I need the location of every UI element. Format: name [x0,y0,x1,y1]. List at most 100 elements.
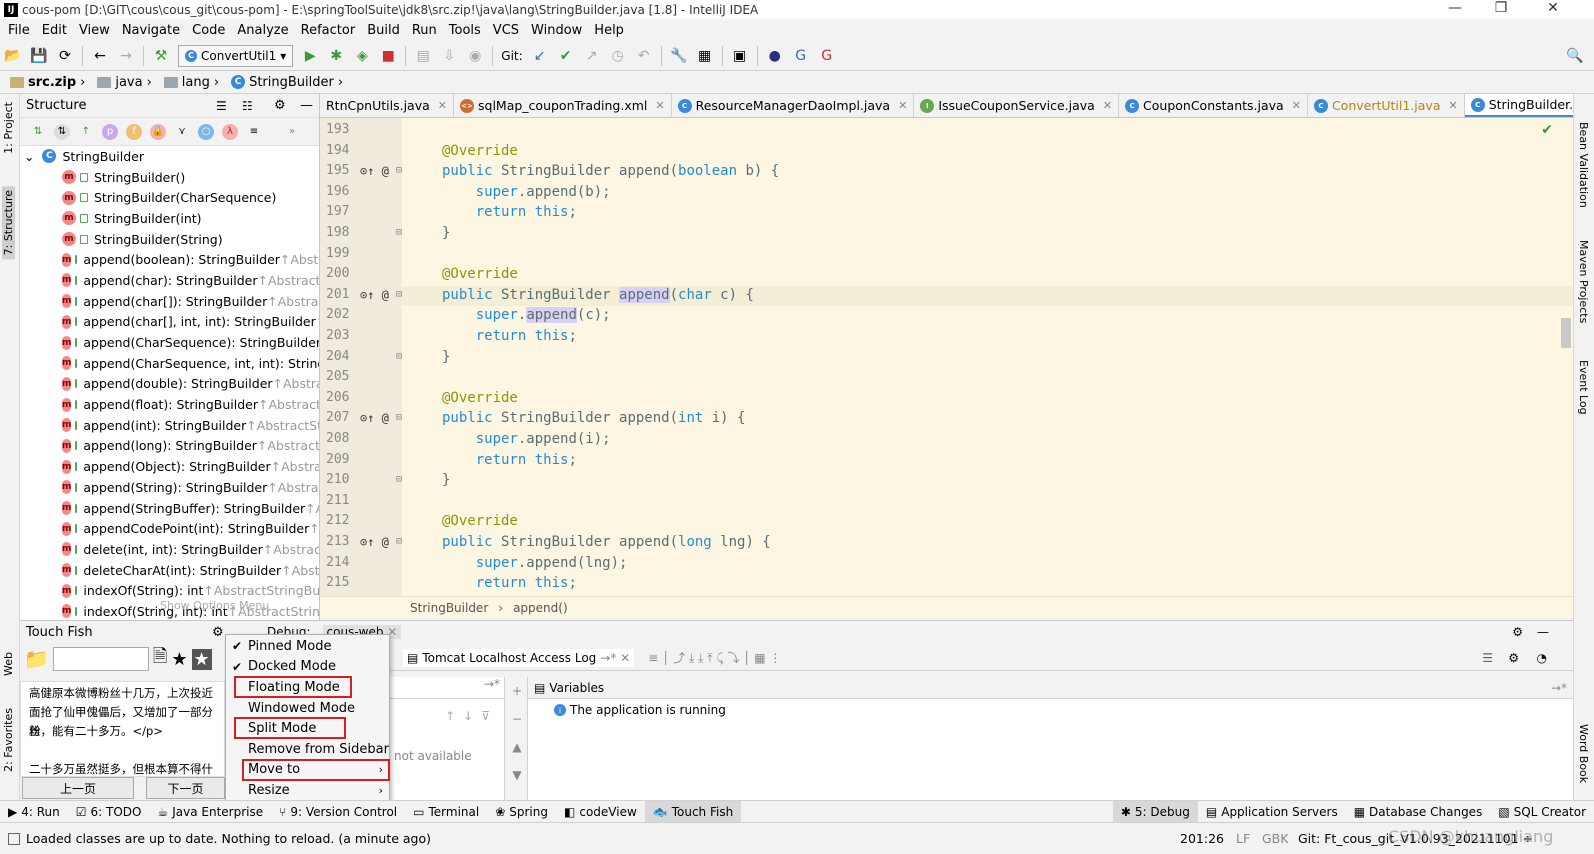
coverage-icon[interactable]: ◈ [351,45,373,67]
web-tool-tab[interactable]: Web [2,652,15,676]
structure-item[interactable]: m append(float): StringBuilder ↑AbstractS… [20,394,319,415]
close-icon[interactable]: ✕ [1530,0,1576,19]
breadcrumb-lang[interactable]: lang › [160,75,223,90]
menu-view[interactable]: View [73,23,116,38]
structure-item[interactable]: m append(Object): StringBuilder ↑Abstrac [20,456,319,477]
sort-alpha-icon[interactable]: ⇅ [30,124,46,140]
gear-icon[interactable]: ⚙ [1512,625,1523,639]
structure-item[interactable]: m StringBuilder() [20,167,319,188]
project-tool-tab[interactable]: 1: Project [2,102,15,154]
menu-file[interactable]: File [2,23,36,38]
console-icon[interactable]: ☰ [1482,651,1493,665]
settings-wrench-icon[interactable]: 🔧 [668,45,690,67]
structure-tool-tab[interactable]: 7: Structure [2,186,15,260]
structure-item[interactable]: m append(char[], int, int): StringBuilder… [20,312,319,333]
forward-icon[interactable]: → [115,45,137,67]
breadcrumb-java[interactable]: java › [93,75,155,90]
status-toggle-icon[interactable] [8,832,20,845]
close-tab-icon[interactable]: ✕ [898,99,907,112]
prev-page-button[interactable]: 上一页 [22,777,134,799]
menu-run[interactable]: Run [406,23,443,38]
debugger-toolbar-icons[interactable]: ≡ │ ⤴ ⤓ ⤓ ⤒ ⤹ ⤵ │ ▦ ⋮ [648,649,781,666]
save-icon[interactable]: 💾 [28,45,50,67]
breadcrumb-src-zip[interactable]: src.zip › [6,75,89,90]
editor-tab[interactable]: C ResourceManagerDaoImpl.java ✕ [672,94,915,117]
editor-tab[interactable]: CStringBuilder.java✕ [1464,94,1573,117]
editor-tab[interactable]: <> sqlMap_couponTrading.xml ✕ [454,94,672,117]
structure-item[interactable]: m StringBuilder(CharSequence) [20,187,319,208]
search-everywhere-icon[interactable]: 🔍 [1564,45,1586,67]
project-structure-icon[interactable]: ▦ [694,45,716,67]
menu-refactor[interactable]: Refactor [295,23,362,38]
collapse-all-icon[interactable]: ☷ [242,99,253,113]
structure-item[interactable]: m append(double): StringBuilder ↑Abstrac [20,374,319,395]
git-commit-icon[interactable]: ✔ [555,45,577,67]
minimize-icon[interactable]: — [1432,0,1478,19]
autoscroll-icon[interactable]: ≡ [246,124,262,140]
editor-crumb-class[interactable]: StringBuilder [410,601,488,615]
eclipse-icon[interactable]: ● [764,45,786,67]
code-editor[interactable]: 193 194 195 ⊙↑ @ ⊟ 196 197 198 ⊟ 199 200 201 ⊙↑ @ ⊟ 20… [320,118,1573,596]
translate-icon[interactable]: G [790,45,812,67]
show-inherited-icon[interactable]: ↑ [78,124,94,140]
structure-item[interactable]: m append(char[]): StringBuilder ↑Abstract [20,291,319,312]
structure-item[interactable]: m appendCodePoint(int): StringBuilder ↑A [20,518,319,539]
override-marker-icon[interactable]: ⊙↑ @ [360,408,389,429]
variable-actions[interactable]: + − ▲ ▼ [507,677,527,801]
bookmark-icon[interactable]: ★ [191,648,212,670]
show-anonymous-icon[interactable]: ⋎ [174,124,190,140]
structure-item[interactable]: m append(long): StringBuilder ↑AbstractSt [20,436,319,457]
structure-item[interactable]: m delete(int, int): StringBuilder ↑Abstra… [20,539,319,560]
fold-icon[interactable]: ⊟ [396,161,402,182]
tool-window-database-changes[interactable]: ▦ Database Changes [1346,801,1491,823]
profile-icon[interactable]: ◉ [464,45,486,67]
editor-tab[interactable]: C CouponConstants.java ✕ [1119,94,1308,117]
structure-item[interactable]: m StringBuilder(String) [20,229,319,250]
tool-window-6-todo[interactable]: ☑ 6: TODO [68,801,150,823]
close-tab-icon[interactable]: ✕ [1448,99,1457,112]
editor-tab[interactable]: C ConvertUtil1.java ✕ [1308,94,1465,117]
breadcrumb-stringbuilder[interactable]: C StringBuilder › [227,75,347,90]
file-encoding[interactable]: GBK [1262,831,1288,846]
structure-item[interactable]: m append(char): StringBuilder ↑AbstractSt [20,270,319,291]
structure-item[interactable]: mappend(CharSequence): StringBuilder ↑ [20,332,319,353]
menu-code[interactable]: Code [186,23,231,38]
star-icon[interactable]: ★ [171,649,187,670]
menu-item-docked-mode[interactable]: ✔ Docked Mode [226,657,389,678]
more-icon[interactable]: » [284,124,300,140]
menu-help[interactable]: Help [588,23,630,38]
fold-icon[interactable]: ⊟ [396,223,402,244]
tool-window-5-debug[interactable]: ✱ 5: Debug [1112,800,1198,823]
bean-validation-tab[interactable]: Bean Validation [1577,122,1590,208]
show-properties-icon[interactable]: p [102,123,118,140]
open-folder-icon[interactable]: 📂 [2,45,24,67]
tool-window-application-servers[interactable]: ▤ Application Servers [1198,801,1346,823]
gauge-icon[interactable]: ◔ [1537,651,1547,665]
next-page-button[interactable]: 下一页 [146,777,225,799]
override-marker-icon[interactable]: ⊙↑ @ [360,161,389,182]
structure-item[interactable]: m append(String): StringBuilder ↑Abstract [20,477,319,498]
line-separator[interactable]: LF [1236,831,1250,846]
back-icon[interactable]: ← [89,45,111,67]
git-push-icon[interactable]: ↗ [581,45,603,67]
structure-item[interactable]: m append(int): StringBuilder ↑AbstractStr… [20,415,319,436]
fold-icon[interactable]: ⊟ [396,470,402,491]
menu-build[interactable]: Build [361,23,406,38]
editor-tab[interactable]: I IssueCouponService.java ✕ [914,94,1120,117]
structure-item[interactable]: m StringBuilder(int) [20,208,319,229]
fold-icon[interactable]: ⊟ [396,285,402,306]
override-marker-icon[interactable]: ⊙↑ @ [360,285,389,306]
menu-item-pinned-mode[interactable]: ✔ Pinned Mode [226,636,389,657]
stop-icon[interactable]: ■ [377,45,399,67]
structure-item[interactable]: m deleteCharAt(int): StringBuilder ↑Abstr… [20,560,319,581]
tool-window-codeview[interactable]: ◧ codeView [556,801,645,823]
tool-window-spring[interactable]: ❀ Spring [487,801,556,823]
tomcat-log-tab[interactable]: ▤ Tomcat Localhost Access Log →* ✕ [403,648,635,667]
revert-icon[interactable]: ↶ [633,45,655,67]
settings-icon[interactable]: ⚙ [1508,651,1519,665]
maven-projects-tab[interactable]: Maven Projects [1577,240,1590,323]
close-tab-icon[interactable]: ✕ [438,99,447,112]
menu-tools[interactable]: Tools [443,23,487,38]
search-file-icon[interactable]: 🗎 [153,644,167,674]
show-fields-icon[interactable]: f [126,123,142,140]
